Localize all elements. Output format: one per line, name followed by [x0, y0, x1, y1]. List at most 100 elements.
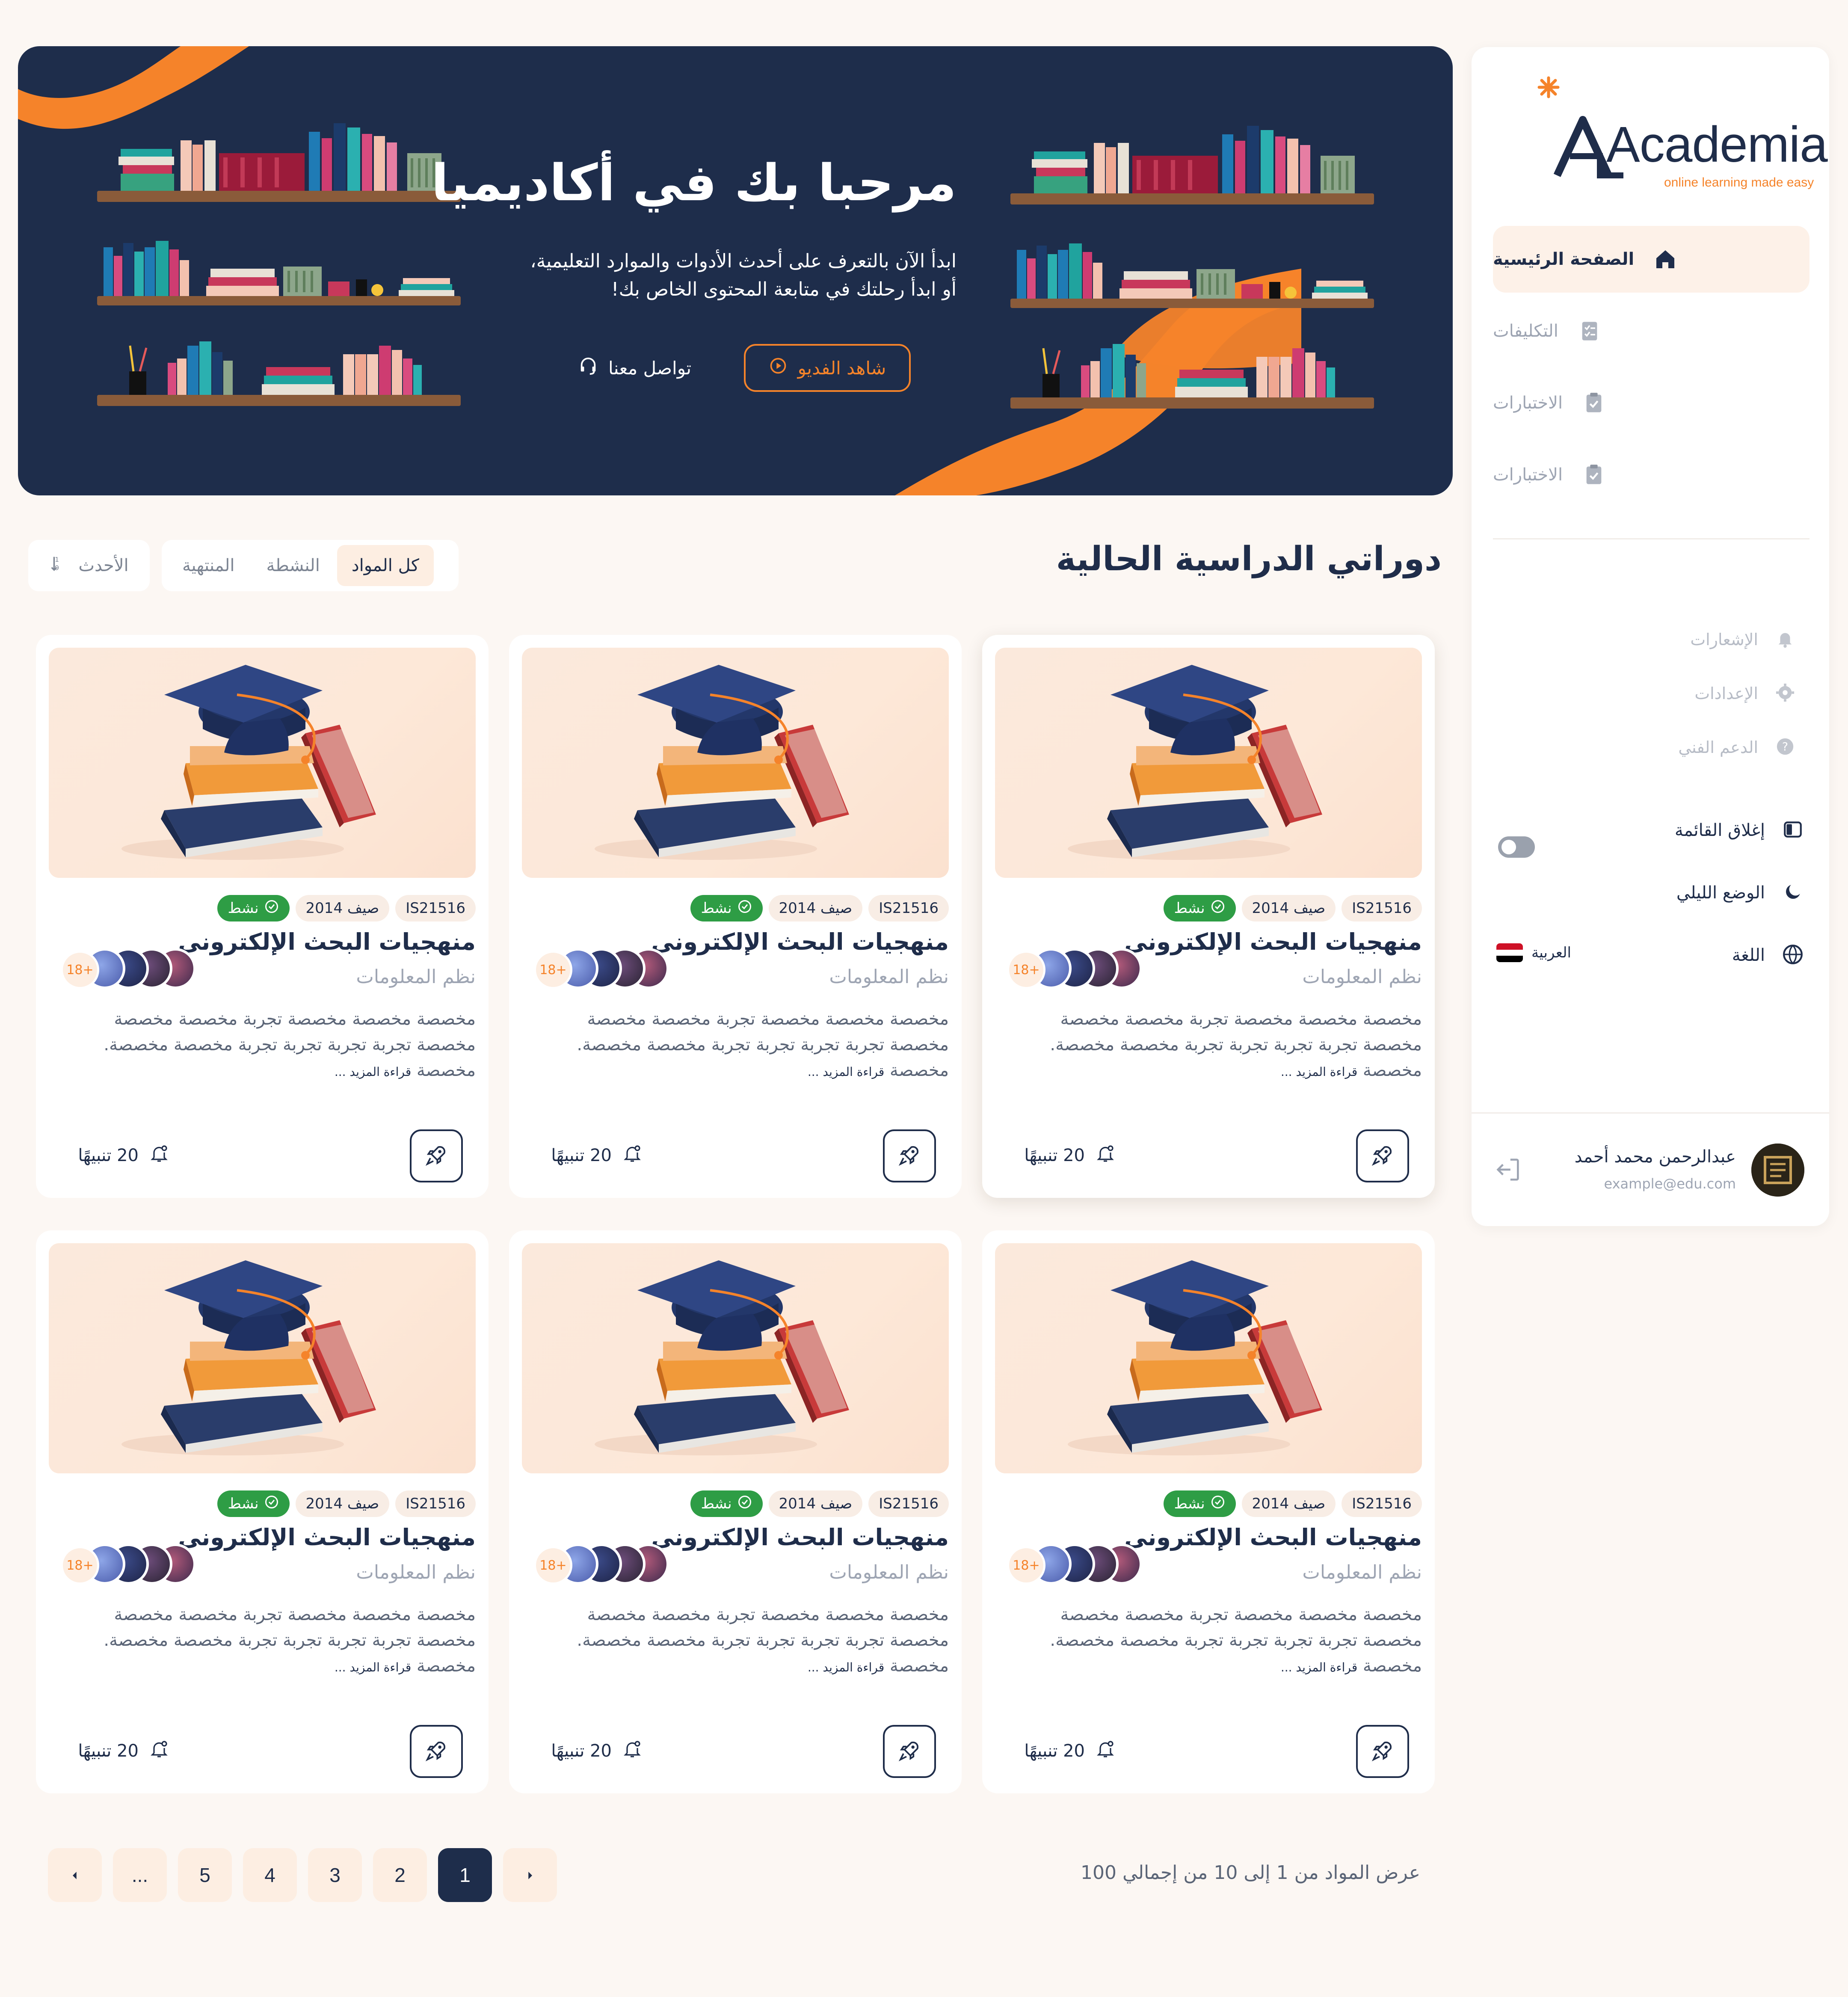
course-description: مخصصة مخصصة مخصصة تجربة مخصصة مخصصة مخصص…	[1003, 1006, 1422, 1085]
launch-course-button[interactable]	[410, 1725, 463, 1778]
page-3-button[interactable]: 3	[308, 1848, 362, 1902]
course-department: نظم المعلومات	[1302, 966, 1422, 988]
course-title[interactable]: منهجيات البحث الإلكتروني	[1124, 928, 1422, 955]
course-title[interactable]: منهجيات البحث الإلكتروني	[178, 1524, 476, 1551]
nav-item-quizzes-2[interactable]: الاختبارات	[1493, 441, 1810, 508]
course-thumbnail	[522, 648, 949, 878]
course-card[interactable]: IS21516 صيف 2014 نشط منهجيات البحث الإلك…	[982, 635, 1435, 1198]
quiz-clipboard-icon	[1581, 462, 1606, 487]
course-title[interactable]: منهجيات البحث الإلكتروني	[1124, 1524, 1422, 1551]
page-1-button[interactable]: 1	[438, 1848, 492, 1902]
play-circle-icon	[769, 356, 788, 379]
user-email: example@edu.com	[1604, 1176, 1736, 1192]
assignment-icon	[1577, 319, 1602, 344]
tab-finished-courses[interactable]: المنتهية	[168, 545, 249, 586]
welcome-banner: مرحبا بك في أكاديميا ابدأ الآن بالتعرف ع…	[18, 46, 1453, 495]
course-description: مخصصة مخصصة مخصصة تجربة مخصصة مخصصة مخصص…	[56, 1602, 476, 1680]
dark-mode-toggle[interactable]	[1498, 836, 1535, 858]
language-value: العربية	[1531, 944, 1571, 961]
status-badge: نشط	[217, 895, 290, 921]
page-2-button[interactable]: 2	[373, 1848, 427, 1902]
status-badge: نشط	[690, 1490, 763, 1517]
course-term-badge: صيف 2014	[768, 1490, 863, 1517]
sort-button[interactable]: الأحدث 19	[28, 540, 150, 591]
rocket-icon	[1371, 1143, 1395, 1169]
launch-course-button[interactable]	[1356, 1129, 1409, 1182]
svg-text:9: 9	[55, 564, 59, 572]
alerts-count: 20 تنبيهًا	[78, 1146, 139, 1165]
tab-active-courses[interactable]: النشطة	[252, 545, 335, 586]
course-title[interactable]: منهجيات البحث الإلكتروني	[651, 928, 949, 955]
read-more-link[interactable]: قراءة المزيد ...	[335, 1065, 411, 1079]
course-thumbnail	[995, 1243, 1422, 1473]
status-badge: نشط	[217, 1490, 290, 1517]
bell-alert-icon	[1095, 1143, 1116, 1168]
course-card[interactable]: IS21516 صيف 2014 نشط منهجيات البحث الإلك…	[36, 635, 489, 1198]
launch-course-button[interactable]	[410, 1129, 463, 1182]
avatar[interactable]	[1751, 1144, 1804, 1197]
launch-course-button[interactable]	[1356, 1725, 1409, 1778]
watch-video-button[interactable]: شاهد الفديو	[744, 344, 911, 392]
academia-logo[interactable]: Academia online learning made easy	[1531, 73, 1828, 218]
read-more-link[interactable]: قراءة المزيد ...	[808, 1065, 884, 1079]
read-more-link[interactable]: قراءة المزيد ...	[1281, 1065, 1357, 1079]
nav-item-support[interactable]: ? الدعم الفني	[1678, 737, 1795, 758]
graduation-books-illustration	[1068, 1260, 1322, 1455]
course-card[interactable]: IS21516 صيف 2014 نشط منهجيات البحث الإلك…	[509, 1230, 962, 1793]
user-profile: عبدالرحمن محمد أحمد example@edu.com	[1472, 1112, 1829, 1226]
banner-title: مرحبا بك في أكاديميا	[431, 153, 957, 212]
status-badge: نشط	[1164, 895, 1236, 921]
course-card[interactable]: IS21516 صيف 2014 نشط منهجيات البحث الإلك…	[982, 1230, 1435, 1793]
language-selector[interactable]: العربية	[1496, 943, 1571, 962]
headset-icon	[578, 356, 598, 380]
graduation-books-illustration	[121, 1260, 376, 1455]
course-code-badge: IS21516	[395, 895, 476, 921]
age-badge: 18+	[61, 951, 99, 989]
course-filter-tabs: كل المواد النشطة المنتهية	[162, 540, 459, 591]
nav-item-settings[interactable]: الإعدادات	[1694, 683, 1795, 704]
read-more-link[interactable]: قراءة المزيد ...	[1281, 1660, 1357, 1674]
nav-item-quizzes[interactable]: الاختبارات	[1493, 370, 1810, 436]
bell-alert-icon	[149, 1143, 169, 1168]
course-card[interactable]: IS21516 صيف 2014 نشط منهجيات البحث الإلك…	[36, 1230, 489, 1793]
tab-all-courses[interactable]: كل المواد	[337, 545, 434, 586]
close-menu-label: إغلاق القائمة	[1674, 821, 1765, 840]
contact-us-label: تواصل معنا	[608, 357, 692, 379]
enrolled-avatars: 18+	[521, 1544, 669, 1586]
course-alerts: 20 تنبيهًا	[551, 1739, 643, 1763]
rocket-icon	[1371, 1739, 1395, 1764]
nav-item-label: الدعم الفني	[1678, 738, 1758, 757]
course-title[interactable]: منهجيات البحث الإلكتروني	[651, 1524, 949, 1551]
launch-course-button[interactable]	[883, 1129, 936, 1182]
course-card[interactable]: IS21516 صيف 2014 نشط منهجيات البحث الإلك…	[509, 635, 962, 1198]
read-more-link[interactable]: قراءة المزيد ...	[335, 1660, 411, 1674]
logo-tagline: online learning made easy	[1664, 175, 1814, 190]
course-description-line3: مخصصة	[1362, 1061, 1422, 1080]
next-page-button[interactable]	[503, 1848, 557, 1902]
nav-item-assignments[interactable]: التكليفات	[1493, 298, 1810, 364]
banner-subtitle: ابدأ الآن بالتعرف على أحدث الأدوات والمو…	[486, 247, 957, 304]
alerts-count: 20 تنبيهًا	[78, 1741, 139, 1761]
course-term-badge: صيف 2014	[1241, 1490, 1336, 1517]
nav-item-home[interactable]: الصفحة الرئيسية	[1493, 226, 1810, 293]
course-code-badge: IS21516	[1342, 895, 1422, 921]
close-menu-button[interactable]: إغلاق القائمة	[1675, 819, 1804, 842]
quiz-clipboard-icon	[1581, 391, 1606, 415]
contact-us-button[interactable]: تواصل معنا	[578, 351, 691, 385]
enrolled-avatars: 18+	[521, 948, 669, 991]
page-5-button[interactable]: 5	[178, 1848, 232, 1902]
read-more-link[interactable]: قراءة المزيد ...	[808, 1660, 884, 1674]
alerts-count: 20 تنبيهًا	[1024, 1741, 1085, 1761]
course-description-line3: مخصصة	[1362, 1656, 1422, 1676]
page-4-button[interactable]: 4	[243, 1848, 297, 1902]
course-alerts: 20 تنبيهًا	[551, 1143, 643, 1168]
course-tags: IS21516 صيف 2014 نشط	[217, 1490, 476, 1517]
prev-page-button[interactable]	[48, 1848, 102, 1902]
nav-item-label: الإعدادات	[1694, 684, 1758, 703]
language-globe-icon	[1782, 944, 1804, 967]
launch-course-button[interactable]	[883, 1725, 936, 1778]
logout-icon[interactable]	[1493, 1155, 1523, 1185]
age-badge: 18+	[1007, 951, 1045, 989]
course-title[interactable]: منهجيات البحث الإلكتروني	[178, 928, 476, 955]
nav-item-notifications[interactable]: الإشعارات	[1690, 629, 1795, 650]
